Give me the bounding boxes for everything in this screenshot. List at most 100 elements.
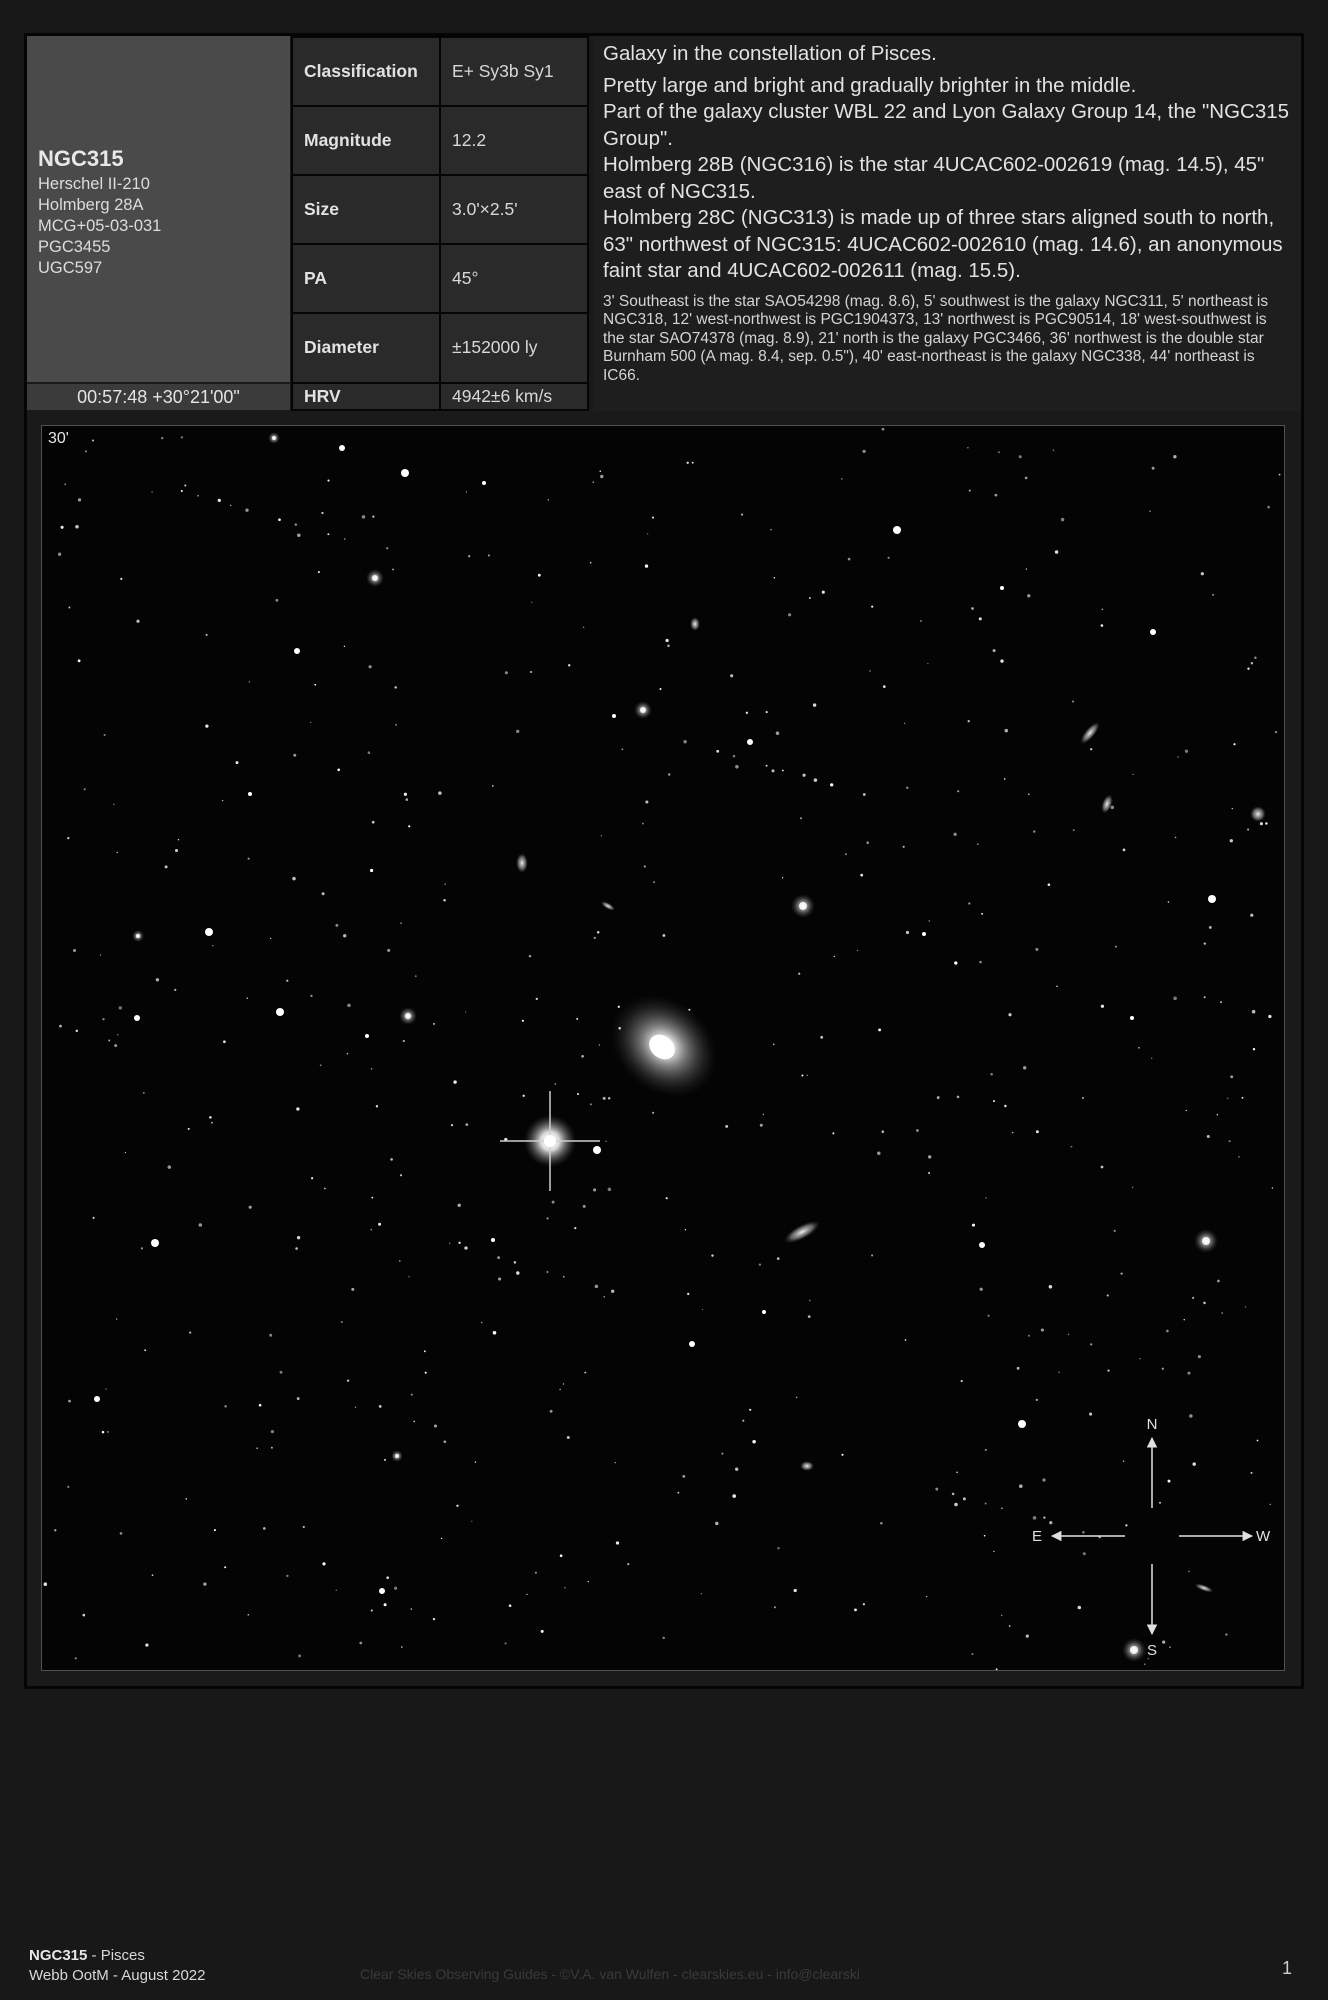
star [205, 633, 208, 636]
star [871, 1254, 874, 1257]
star [1090, 1343, 1093, 1346]
star [403, 792, 408, 796]
star [247, 857, 250, 860]
star [621, 748, 624, 751]
star [979, 1242, 985, 1248]
star [498, 1277, 502, 1281]
star [92, 1216, 95, 1219]
star [833, 955, 836, 958]
star [1221, 1312, 1223, 1314]
star [322, 1562, 326, 1566]
star [213, 1529, 216, 1532]
star [368, 665, 372, 669]
star [1189, 1414, 1193, 1418]
star [1054, 550, 1059, 554]
star [339, 445, 345, 451]
star [468, 555, 471, 558]
star [683, 740, 687, 744]
star [642, 822, 644, 825]
star [1024, 476, 1028, 480]
star [279, 1370, 283, 1374]
star [174, 848, 179, 853]
star [302, 1525, 305, 1529]
star [370, 1229, 372, 1231]
star [1203, 942, 1206, 945]
star [351, 1287, 355, 1291]
star [94, 1396, 100, 1402]
star [646, 533, 649, 535]
star-halo [366, 569, 384, 587]
star [370, 1609, 373, 1612]
star [968, 902, 971, 905]
star [1244, 1306, 1247, 1308]
star [116, 851, 118, 854]
star [534, 1571, 537, 1574]
star [1177, 756, 1179, 758]
star-halo [132, 930, 144, 942]
star [1004, 1104, 1007, 1108]
star [602, 1096, 606, 1100]
star [983, 1534, 986, 1537]
star [1268, 1014, 1272, 1019]
star [721, 1452, 724, 1455]
star [856, 949, 859, 951]
star [1090, 748, 1093, 751]
star [954, 1502, 958, 1507]
star [480, 1321, 483, 1324]
star [821, 590, 825, 594]
star [568, 664, 571, 667]
star [893, 526, 901, 534]
star [777, 1547, 780, 1550]
star [1035, 947, 1039, 951]
star [513, 1261, 517, 1264]
star [343, 645, 346, 647]
star [1047, 883, 1051, 887]
star [665, 638, 669, 643]
star [841, 478, 843, 480]
description-line: Pretty large and bright and gradually br… [603, 73, 1137, 97]
star [1040, 1328, 1044, 1332]
star [645, 800, 649, 804]
star [735, 765, 739, 769]
star [1274, 730, 1278, 734]
star [928, 1172, 931, 1174]
star [830, 783, 834, 787]
star [1082, 1552, 1086, 1556]
star [275, 598, 279, 602]
star [1183, 1319, 1185, 1321]
star [248, 680, 251, 683]
star [1271, 1187, 1274, 1189]
star [1138, 1047, 1140, 1049]
scale-label: 30' [48, 430, 69, 447]
star [471, 1520, 473, 1522]
star [540, 1629, 544, 1633]
star [311, 1177, 314, 1180]
star [652, 1111, 655, 1114]
property-value: 4942±6 km/s [439, 381, 589, 412]
star [405, 798, 409, 801]
star [346, 1052, 349, 1055]
star [378, 1222, 382, 1226]
star [600, 474, 604, 479]
star [1203, 996, 1206, 999]
star [1151, 466, 1155, 470]
star [771, 769, 775, 773]
star [247, 1613, 250, 1616]
star [187, 1127, 190, 1130]
star [566, 1436, 570, 1439]
star [871, 605, 874, 608]
star [608, 1097, 611, 1100]
star [716, 749, 720, 753]
star [298, 1654, 302, 1658]
star [782, 769, 784, 772]
star [684, 1229, 687, 1231]
star [379, 1588, 385, 1594]
star [985, 1197, 987, 1199]
star [113, 803, 115, 806]
star [742, 1419, 745, 1422]
star [491, 785, 494, 787]
star [347, 1003, 351, 1008]
star [1217, 1279, 1220, 1283]
compass-west-label: W [1256, 1528, 1271, 1545]
star [1100, 624, 1104, 627]
